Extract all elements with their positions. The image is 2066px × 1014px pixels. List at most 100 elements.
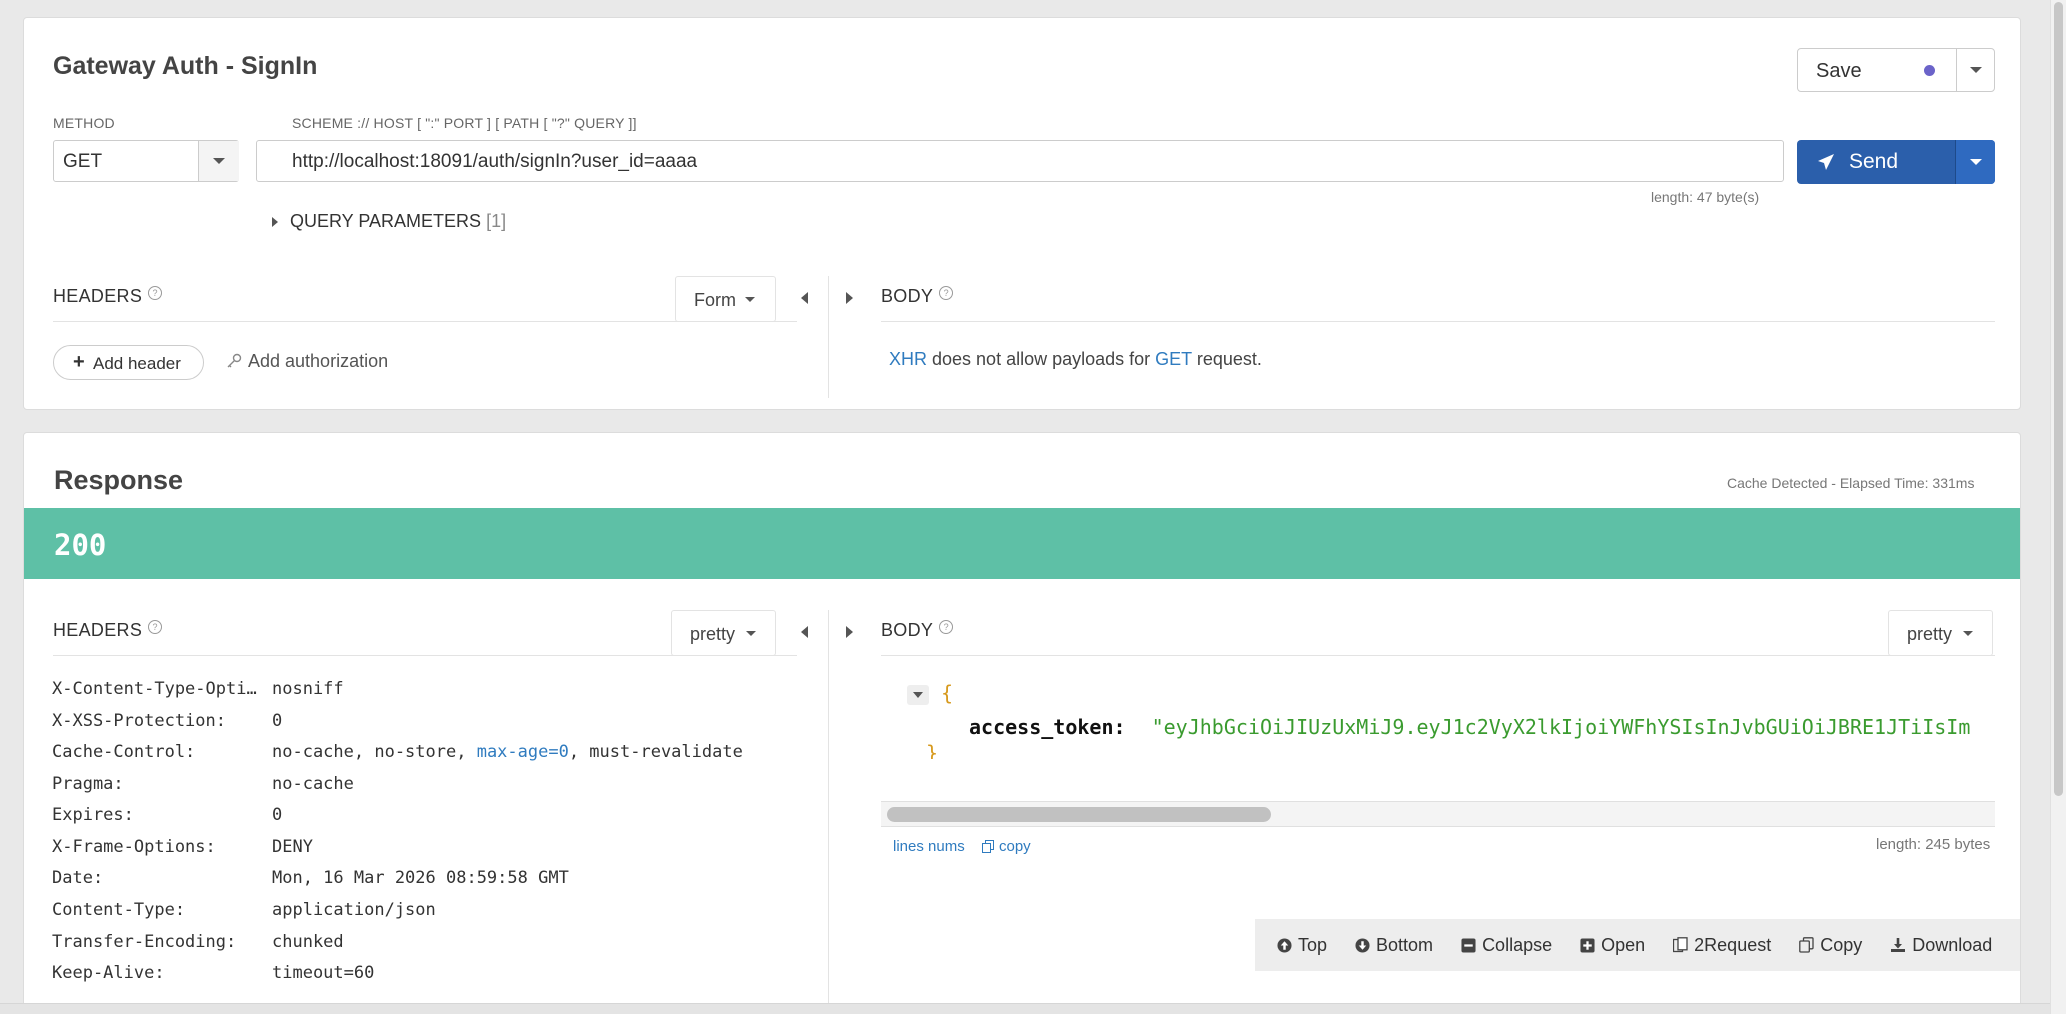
json-line: access_token: "eyJhbGciOiJIUzUxMiJ9.eyJ1…	[969, 715, 1970, 739]
copy-button[interactable]: Copy	[1799, 935, 1862, 956]
method-select[interactable]: GET	[53, 140, 239, 182]
arrow-up-circle-icon	[1277, 937, 1292, 953]
collapse-left-icon[interactable]	[801, 626, 808, 638]
form-label: Form	[694, 290, 736, 310]
help-icon[interactable]: ?	[148, 620, 163, 634]
body-message-end: request.	[1191, 349, 1262, 369]
chevron-down-icon	[1970, 67, 1982, 73]
status-bar: 200	[24, 508, 2020, 579]
header-key: Expires:	[52, 805, 134, 825]
copy-toolbar-label: Copy	[1820, 934, 1863, 955]
resp-headers-divider	[53, 655, 797, 656]
bottom-button[interactable]: Bottom	[1355, 935, 1433, 956]
header-value: 0	[272, 805, 283, 825]
collapse-button[interactable]: Collapse	[1461, 935, 1552, 956]
max-age-link[interactable]: max-age=0	[477, 742, 569, 762]
send-button[interactable]: Send	[1797, 140, 1955, 184]
header-value: nosniff	[272, 679, 344, 699]
response-title: Response	[54, 465, 184, 495]
vertical-scrollbar[interactable]	[2050, 0, 2066, 1014]
request-body-label: BODY	[881, 286, 934, 306]
save-button[interactable]: Save	[1798, 49, 1957, 91]
header-value-part: no-cache, no-store,	[272, 742, 477, 762]
fold-toggle[interactable]	[907, 685, 929, 705]
scrollbar-thumb[interactable]	[887, 807, 1271, 822]
open-label: Open	[1601, 934, 1646, 955]
query-parameters-label: QUERY PARAMETERS	[290, 211, 482, 231]
headers-form-dropdown[interactable]: Form	[675, 276, 776, 322]
response-panel: Response Cache Detected - Elapsed Time: …	[23, 432, 2021, 1012]
expand-right-icon[interactable]	[846, 626, 853, 638]
send-label: Send	[1849, 150, 1899, 173]
cache-info: Cache Detected - Elapsed Time: 331ms	[1727, 475, 1975, 491]
minus-square-icon	[1461, 937, 1476, 953]
send-dropdown-button[interactable]	[1955, 140, 1995, 184]
line-nums-link[interactable]: lines nums	[893, 838, 965, 855]
header-key: X-Frame-Options:	[52, 837, 216, 857]
add-authorization-link[interactable]: Add authorization	[226, 351, 388, 372]
help-icon[interactable]: ?	[148, 286, 163, 300]
unsaved-dot-icon	[1924, 65, 1935, 76]
horizontal-scrollbar[interactable]	[881, 801, 1995, 827]
chevron-down-icon	[746, 631, 756, 636]
url-input[interactable]: http://localhost:18091/auth/signIn?user_…	[256, 140, 1784, 182]
headers-divider	[53, 321, 797, 322]
top-button[interactable]: Top	[1277, 935, 1327, 956]
response-body-label: BODY	[881, 620, 934, 640]
header-value: DENY	[272, 837, 313, 857]
header-value: timeout=60	[272, 963, 375, 983]
add-header-button[interactable]: + Add header	[53, 345, 204, 380]
header-key: X-XSS-Protection:	[52, 711, 226, 731]
open-button[interactable]: Open	[1580, 935, 1645, 956]
header-row: Date: Mon, 16 Mar 2026 08:59:58 GMT	[52, 866, 569, 890]
key-icon	[227, 353, 242, 368]
method-value: GET	[63, 151, 103, 172]
plus-icon: +	[73, 351, 85, 373]
help-icon[interactable]: ?	[939, 620, 954, 634]
json-viewer: { access_token: "eyJhbGciOiJIUzUxMiJ9.ey…	[881, 679, 1995, 759]
header-row: Pragma: no-cache	[52, 772, 354, 796]
vertical-scrollbar-thumb[interactable]	[2054, 2, 2063, 796]
header-value: Mon, 16 Mar 2026 08:59:58 GMT	[272, 868, 569, 888]
body-divider	[881, 321, 1995, 322]
expand-right-icon[interactable]	[846, 292, 853, 304]
request-headers-heading: HEADERS?	[53, 286, 163, 307]
chevron-down-icon	[1970, 159, 1982, 165]
headers-pretty-dropdown[interactable]: pretty	[671, 610, 776, 656]
query-parameters-toggle[interactable]: QUERY PARAMETERS [1]	[272, 211, 506, 232]
header-value-part: , must-revalidate	[568, 742, 743, 762]
header-key: Content-Type:	[52, 900, 186, 920]
header-row: X-Content-Type-Opti… nosniff	[52, 677, 344, 701]
collapse-left-icon[interactable]	[801, 292, 808, 304]
request-panel: Gateway Auth - SignIn Save METHOD GET SC…	[23, 17, 2021, 410]
header-value: 0	[272, 711, 283, 731]
download-icon	[1891, 938, 1906, 952]
body-pretty-dropdown[interactable]: pretty	[1888, 610, 1993, 656]
body-view-label: pretty	[1907, 624, 1953, 644]
send-button-group: Send	[1797, 140, 1995, 184]
download-button[interactable]: Download	[1890, 935, 1992, 956]
request-column-divider	[828, 276, 829, 398]
to-request-button[interactable]: 2Request	[1673, 935, 1771, 956]
chevron-down-icon	[745, 297, 755, 302]
chevron-down-icon	[213, 158, 225, 164]
save-dropdown-button[interactable]	[1957, 49, 1995, 91]
copy-link[interactable]: copy	[982, 838, 1031, 855]
help-icon[interactable]: ?	[939, 286, 954, 300]
json-close-brace: }	[926, 741, 939, 759]
add-authorization-label: Add authorization	[248, 351, 389, 371]
xhr-link[interactable]: XHR	[889, 349, 927, 369]
header-row: X-Frame-Options: DENY	[52, 835, 313, 859]
response-headers-label: HEADERS	[53, 620, 143, 640]
arrow-down-circle-icon	[1355, 937, 1370, 953]
method-link[interactable]: GET	[1155, 349, 1192, 369]
url-length: length: 47 byte(s)	[1651, 189, 1760, 205]
method-dropdown-toggle[interactable]	[198, 141, 239, 181]
url-label: SCHEME :// HOST [ ":" PORT ] [ PATH [ "?…	[292, 115, 637, 131]
copy-label: copy	[999, 838, 1031, 855]
response-body-heading: BODY?	[881, 620, 954, 641]
expand-arrow-icon	[272, 217, 278, 228]
header-key: X-Content-Type-Opti…	[52, 679, 257, 699]
method-label: METHOD	[53, 115, 115, 131]
save-label: Save	[1816, 60, 1862, 82]
